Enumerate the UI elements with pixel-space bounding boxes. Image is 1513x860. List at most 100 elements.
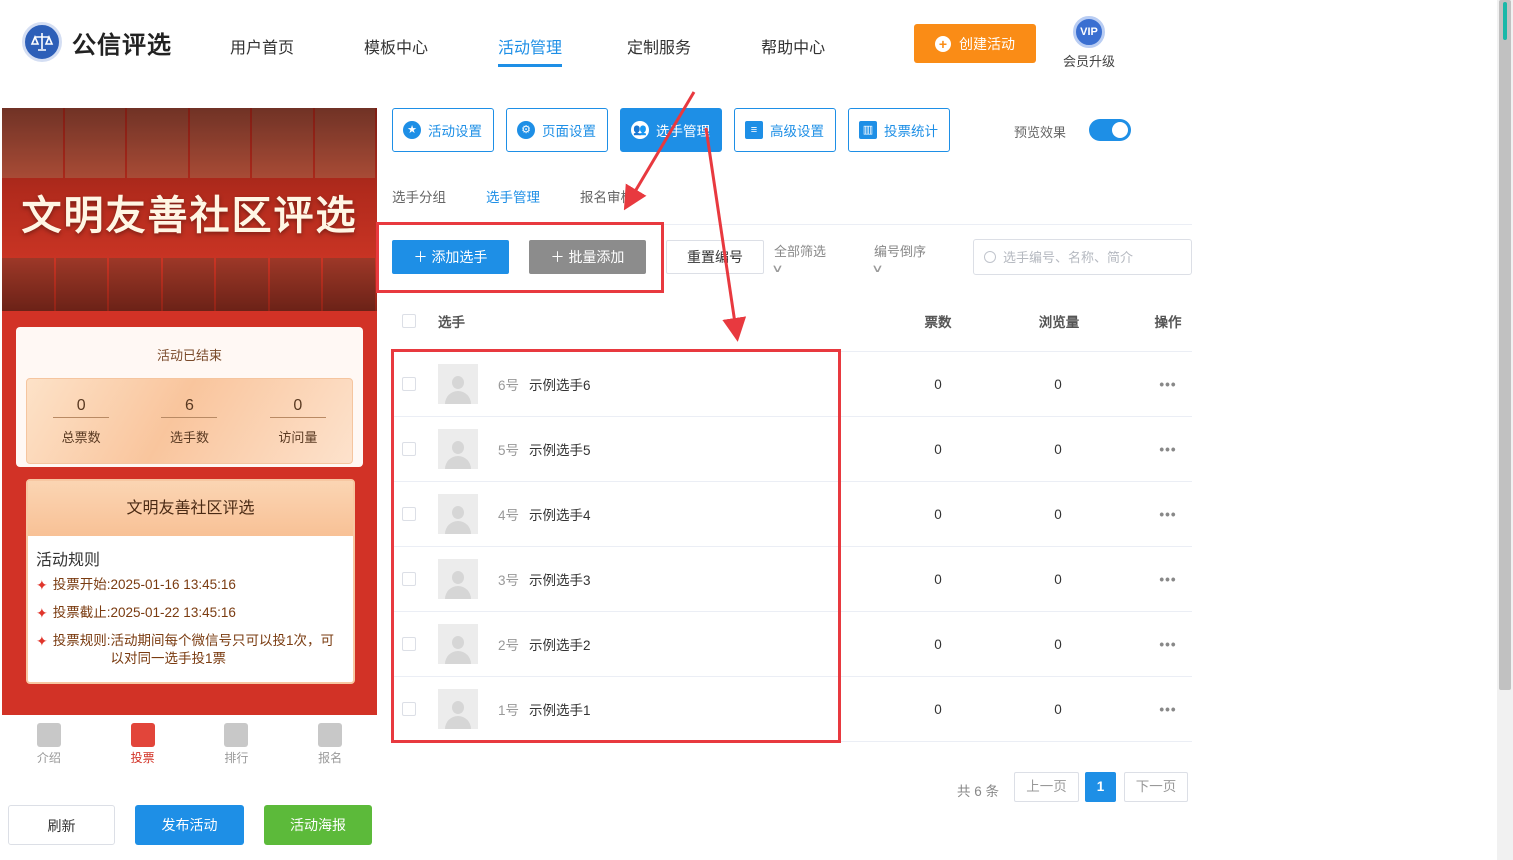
nav-item-home[interactable]: 用户首页 [230,34,294,67]
player-name[interactable]: 示例选手3 [529,569,591,589]
stats-panel: 0 总票数 6 选手数 0 访问量 [26,378,353,464]
player-votes: 0 [934,376,942,392]
stat-total-votes: 0 总票数 [27,379,135,463]
row-checkbox[interactable] [402,442,416,456]
player-votes: 0 [934,506,942,522]
player-name[interactable]: 示例选手5 [529,439,591,459]
gear-icon: ⚙ [517,121,535,139]
more-actions-icon[interactable]: ••• [1148,637,1188,652]
publish-activity-button[interactable]: 发布活动 [135,805,244,845]
player-search[interactable] [973,239,1192,275]
rule-value: 活动期间每个微信号只可以投1次，可以对同一选手投1票 [110,633,335,666]
player-cell: 3号 示例选手3 [438,559,918,599]
banner-photo-strip-bottom [2,258,377,311]
page-scrollbar[interactable] [1497,0,1513,860]
tab-intro[interactable]: 介绍 [2,715,96,773]
column-player: 选手 [438,314,465,330]
avatar [438,689,478,729]
subtab-player-groups[interactable]: 选手分组 [392,186,446,206]
page-number-current[interactable]: 1 [1085,772,1116,802]
more-actions-icon[interactable]: ••• [1148,507,1188,522]
player-views: 0 [1054,571,1062,587]
reset-numbering-button[interactable]: 重置编号 [666,240,764,274]
search-input[interactable] [1003,249,1183,265]
banner-title: 文明友善社区评选 [21,192,358,239]
rule-vote-rule: ✦ 投票规则: 活动期间每个微信号只可以投1次，可以对同一选手投1票 [36,632,345,668]
nav-item-custom-service[interactable]: 定制服务 [627,34,691,67]
player-cell: 1号 示例选手1 [438,689,918,729]
rule-value: 2025-01-16 13:45:16 [110,577,236,592]
tab-label: 介绍 [36,751,61,765]
player-name[interactable]: 示例选手6 [529,374,591,394]
row-checkbox[interactable] [402,507,416,521]
player-votes: 0 [934,441,942,457]
add-player-button[interactable]: ＋ 添加选手 [392,240,509,274]
preview-effect-toggle[interactable] [1089,119,1131,141]
player-cell: 5号 示例选手5 [438,429,918,469]
select-all-checkbox[interactable] [402,313,416,328]
stat-visits: 0 访问量 [244,379,352,463]
nav-item-templates[interactable]: 模板中心 [364,34,428,67]
user-placeholder-icon [445,699,471,729]
player-name[interactable]: 示例选手1 [529,699,591,719]
star-icon: ★ [403,121,421,139]
tab-signup[interactable]: 报名 [283,715,377,773]
plus-circle-icon: + [935,35,951,52]
scrollbar-thumb[interactable] [1499,0,1511,690]
activity-settings-button[interactable]: ★ 活动设置 [392,108,494,152]
more-actions-icon[interactable]: ••• [1148,377,1188,392]
more-actions-icon[interactable]: ••• [1148,702,1188,717]
refresh-button[interactable]: 刷新 [8,805,115,845]
user-placeholder-icon [445,374,471,404]
activity-poster-button[interactable]: 活动海报 [264,805,372,845]
activity-banner: 文明友善社区评选 [2,108,377,311]
user-icon [318,723,343,747]
page-settings-button[interactable]: ⚙ 页面设置 [506,108,608,152]
subtab-signup-review[interactable]: 报名审核 [580,186,634,206]
batch-add-label: 批量添加 [568,249,625,265]
tab-label: 报名 [318,751,343,765]
row-checkbox[interactable] [402,572,416,586]
tab-vote[interactable]: 投票 [96,715,190,773]
tab-label: 投票 [130,751,155,765]
scales-icon [22,22,62,62]
brand-logo[interactable]: 公信评选 [22,22,172,62]
player-name[interactable]: 示例选手4 [529,504,591,524]
column-votes: 票数 [924,314,952,330]
row-checkbox[interactable] [402,702,416,716]
more-actions-icon[interactable]: ••• [1148,442,1188,457]
player-number: 6号 [498,378,520,393]
advanced-settings-button[interactable]: ≡ 高级设置 [734,108,836,152]
stat-label: 选手数 [169,430,209,445]
rules-card-title: 文明友善社区评选 [28,481,353,536]
tab-ranking[interactable]: 排行 [190,715,284,773]
more-actions-icon[interactable]: ••• [1148,572,1188,587]
avatar [438,624,478,664]
column-ops: 操作 [1154,314,1182,330]
row-checkbox[interactable] [402,377,416,391]
next-page-button[interactable]: 下一页 [1124,772,1188,802]
table-row: 4号 示例选手4 0 0 ••• [392,482,1192,547]
home-icon [130,723,155,747]
stat-value: 6 [161,397,218,418]
mobile-preview: 文明友善社区评选 活动已结束 0 总票数 6 选手数 0 访问量 文明友善社区评… [2,108,377,773]
batch-add-button[interactable]: ＋ 批量添加 [529,240,646,274]
player-number: 2号 [498,638,520,653]
row-checkbox[interactable] [402,637,416,651]
nav-item-help-center[interactable]: 帮助中心 [761,34,825,67]
stat-label: 访问量 [278,430,318,445]
create-activity-button[interactable]: + 创建活动 [914,24,1036,63]
vote-statistics-button[interactable]: ▥ 投票统计 [848,108,950,152]
player-name[interactable]: 示例选手2 [529,634,591,654]
subtab-player-management[interactable]: 选手管理 [486,186,540,206]
table-row: 3号 示例选手3 0 0 ••• [392,547,1192,612]
player-management-button[interactable]: 👥 选手管理 [620,108,722,152]
member-upgrade[interactable]: VIP 会员升级 [1060,16,1118,70]
nav-item-activity-management[interactable]: 活动管理 [498,34,563,67]
avatar [438,429,478,469]
prev-page-button[interactable]: 上一页 [1014,772,1079,802]
sort-order-select[interactable]: 编号倒序 ∨ [871,241,926,275]
crown-icon [224,723,249,747]
filter-all-select[interactable]: 全部筛选 ∨ [771,241,826,275]
sub-tabs: 选手分组 选手管理 报名审核 [392,186,674,206]
